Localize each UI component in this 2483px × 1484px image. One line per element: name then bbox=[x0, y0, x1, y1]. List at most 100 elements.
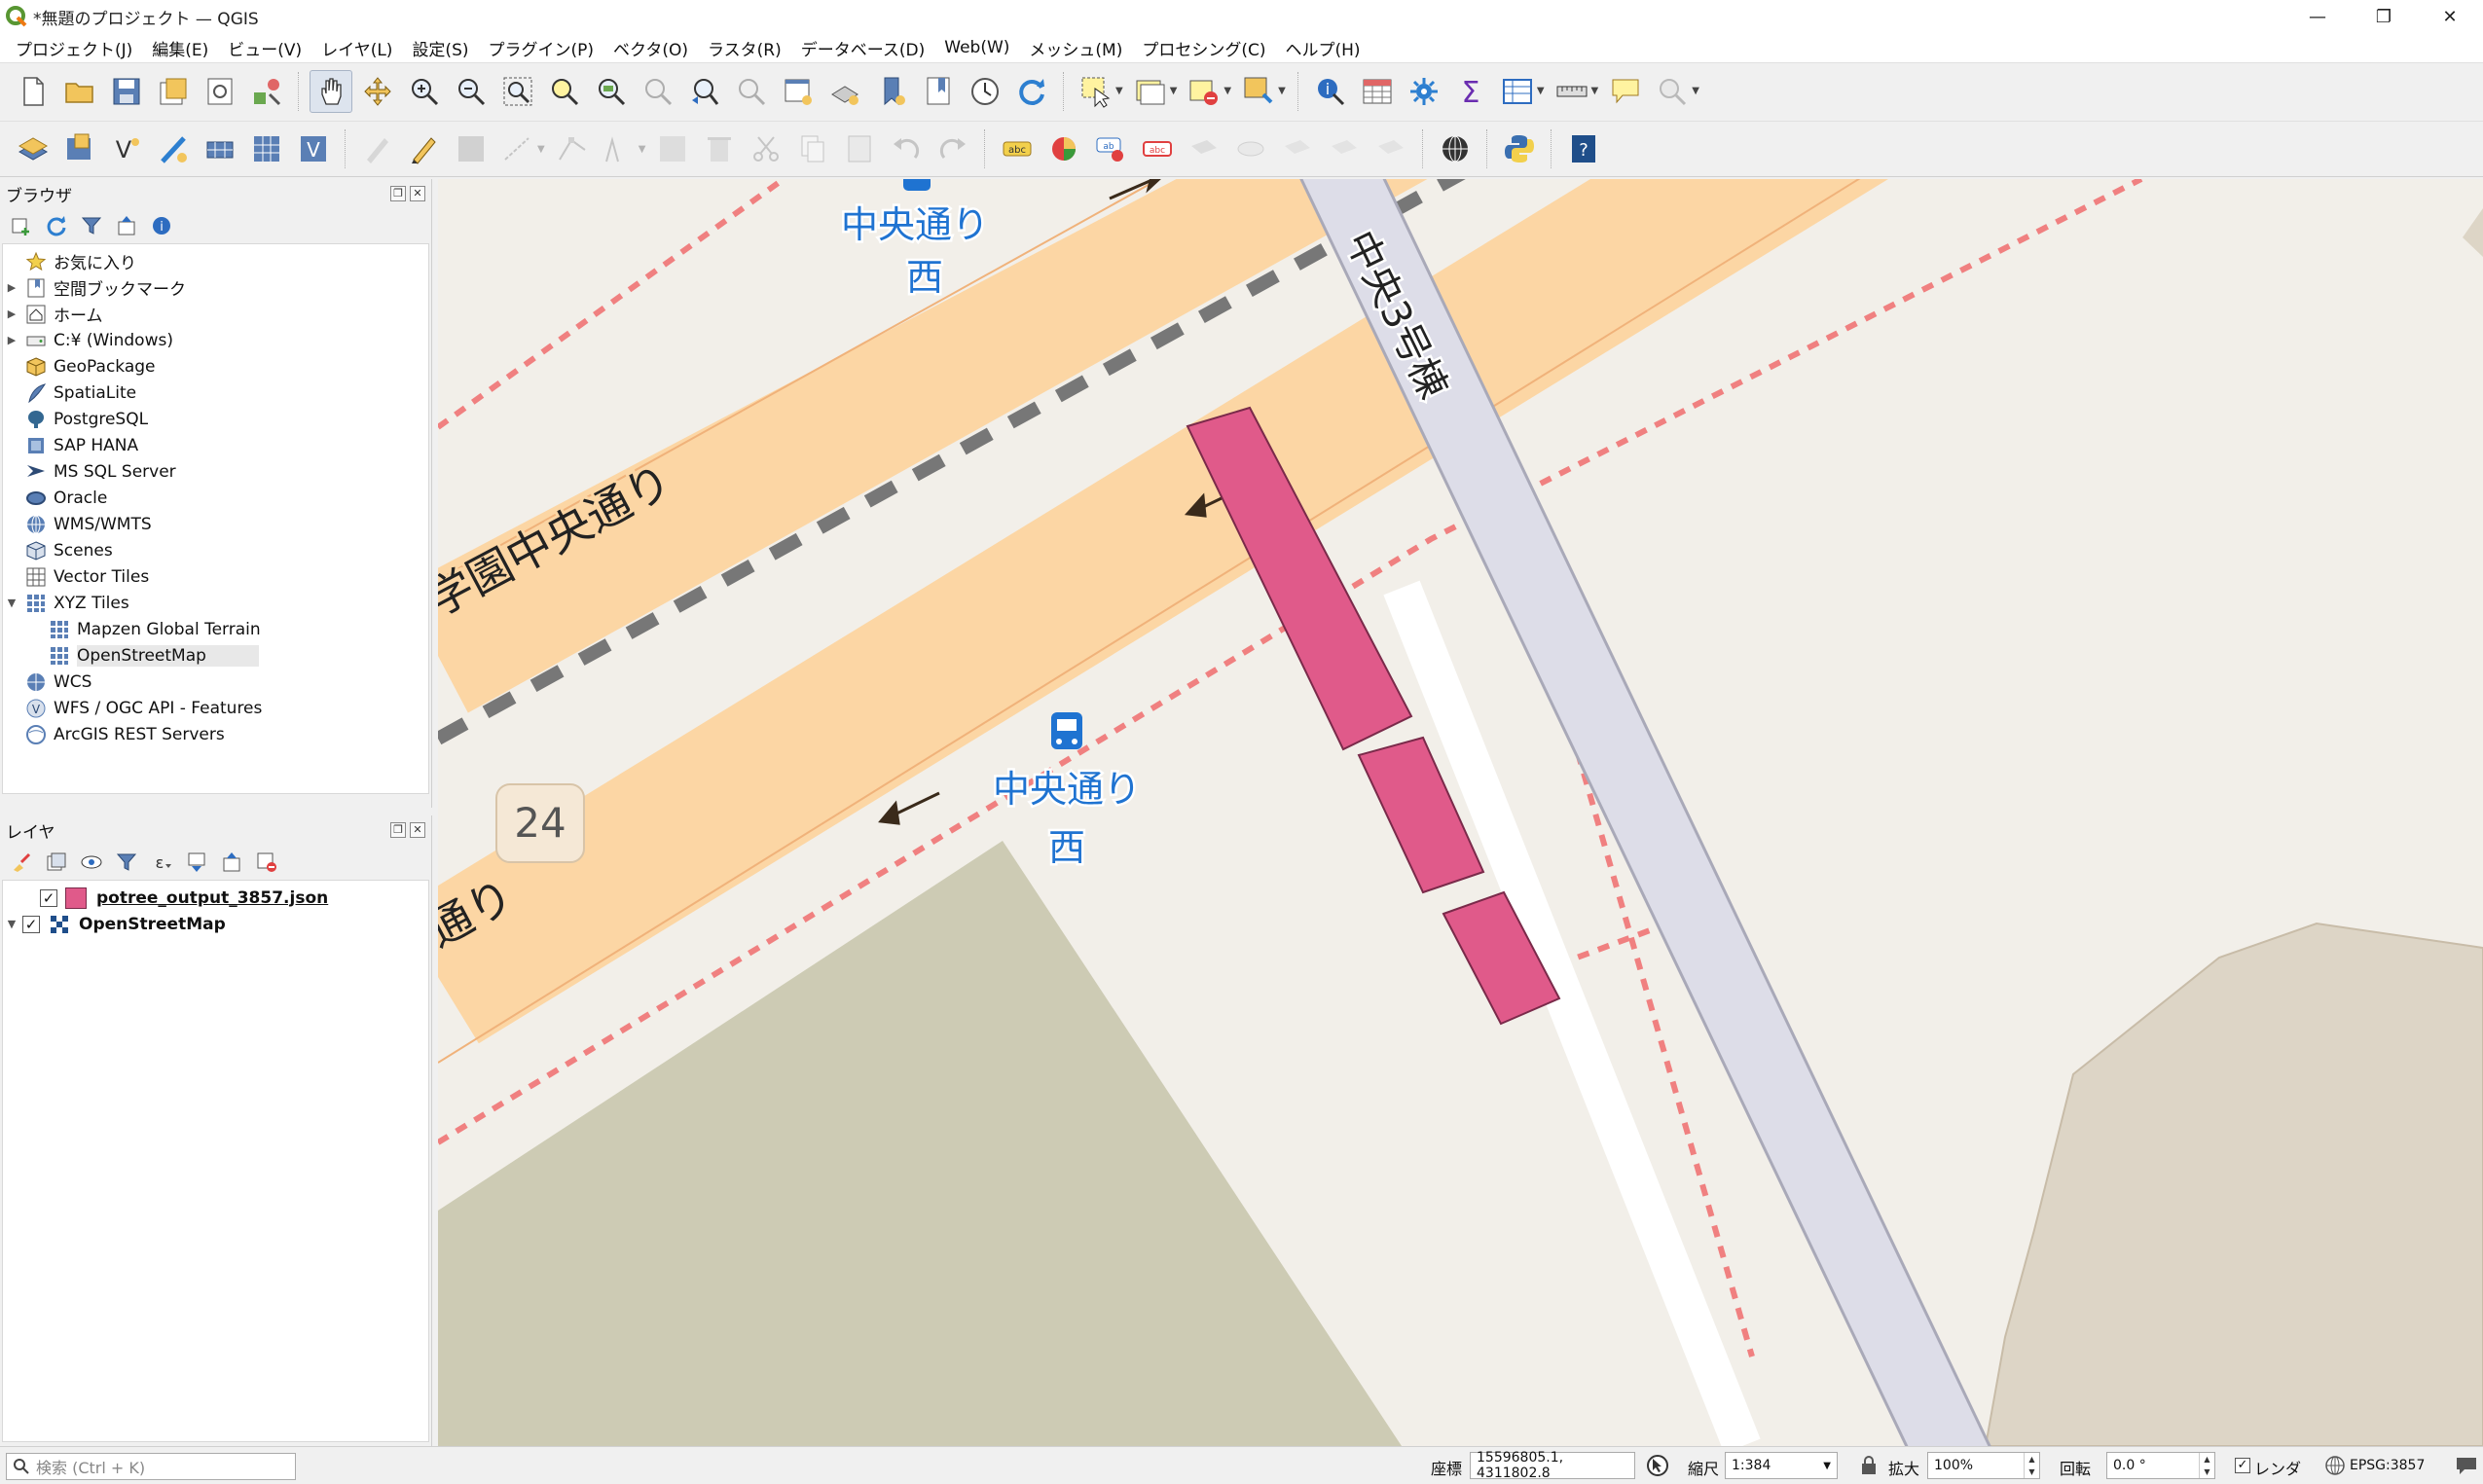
menu-view[interactable]: ビュー(V) bbox=[218, 36, 311, 60]
map-rendering[interactable]: 中央通り 西 中央通り 西 学園中央通り 通り 中央3号棟 24 bbox=[438, 179, 2483, 1446]
restore-button[interactable]: ❐ bbox=[2351, 0, 2417, 33]
add-raster-button[interactable] bbox=[152, 127, 195, 170]
undock-button[interactable]: ❐ bbox=[390, 186, 406, 201]
new-bookmark-button[interactable] bbox=[870, 70, 913, 113]
chevron-down-icon[interactable]: ▼ bbox=[3, 918, 20, 930]
menu-database[interactable]: データベース(D) bbox=[791, 36, 935, 60]
menu-vector[interactable]: ベクタ(O) bbox=[603, 36, 698, 60]
highlight-pinned-labels-button[interactable]: ab bbox=[1089, 127, 1132, 170]
refresh-button[interactable] bbox=[1010, 70, 1053, 113]
add-vector-button[interactable]: V bbox=[105, 127, 148, 170]
digitize-button[interactable] bbox=[496, 127, 539, 170]
browser-item-spatial-bookmarks[interactable]: ▶ 空間ブックマーク bbox=[3, 274, 428, 301]
menu-help[interactable]: ヘルプ(H) bbox=[1275, 36, 1369, 60]
menu-web[interactable]: Web(W) bbox=[934, 38, 1019, 57]
browser-item-vector-tiles[interactable]: Vector Tiles bbox=[3, 563, 428, 590]
qgis-cloud-button[interactable] bbox=[1434, 127, 1477, 170]
select-by-value-button[interactable] bbox=[1129, 70, 1172, 113]
layer-row-openstreetmap[interactable]: ▼ ✓ OpenStreetMap bbox=[3, 911, 428, 937]
zoom-native-button[interactable] bbox=[637, 70, 679, 113]
zoom-selection-button[interactable] bbox=[543, 70, 586, 113]
browser-item-openstreetmap[interactable]: OpenStreetMap bbox=[3, 642, 428, 669]
info-icon[interactable]: i bbox=[148, 212, 175, 239]
close-panel-button[interactable]: ✕ bbox=[410, 822, 425, 838]
map-tips-button[interactable] bbox=[1604, 70, 1647, 113]
attribute-table-button[interactable] bbox=[1356, 70, 1399, 113]
browser-item-postgresql[interactable]: PostgreSQL bbox=[3, 406, 428, 432]
chevron-right-icon[interactable]: ▶ bbox=[3, 281, 20, 294]
render-checkbox[interactable]: ✓ bbox=[2235, 1458, 2250, 1473]
browser-item-mssql[interactable]: MS SQL Server bbox=[3, 458, 428, 485]
paste-features-button[interactable] bbox=[838, 127, 881, 170]
toggle-label-display-button[interactable]: abc bbox=[1136, 127, 1179, 170]
locator-search-input[interactable]: 検索 (Ctrl + K) bbox=[6, 1453, 296, 1480]
chevron-down-icon[interactable]: ▼ bbox=[1170, 86, 1178, 96]
attribute-edit-button[interactable] bbox=[651, 127, 694, 170]
browser-item-drive-c[interactable]: ▶ C:¥ (Windows) bbox=[3, 327, 428, 353]
menu-processing[interactable]: プロセシング(C) bbox=[1132, 36, 1275, 60]
expression-filter-icon[interactable]: ε bbox=[148, 849, 175, 876]
current-edits-button[interactable] bbox=[356, 127, 399, 170]
pan-map-button[interactable] bbox=[310, 69, 352, 113]
chevron-down-icon[interactable]: ▼ bbox=[1537, 86, 1545, 96]
close-panel-button[interactable]: ✕ bbox=[410, 186, 425, 201]
vertex-tool-button[interactable] bbox=[551, 127, 594, 170]
statistics-button[interactable]: Σ bbox=[1449, 70, 1492, 113]
show-hide-labels-button[interactable] bbox=[1229, 127, 1272, 170]
minimize-button[interactable]: — bbox=[2284, 0, 2351, 33]
select-location-button[interactable] bbox=[1237, 70, 1280, 113]
browser-item-geopackage[interactable]: GeoPackage bbox=[3, 353, 428, 380]
data-source-manager-button[interactable] bbox=[12, 127, 55, 170]
identify-features-button[interactable]: i bbox=[1309, 70, 1352, 113]
python-console-button[interactable] bbox=[1498, 127, 1541, 170]
browser-item-mapzen-terrain[interactable]: Mapzen Global Terrain bbox=[3, 616, 428, 642]
filter-icon[interactable] bbox=[113, 849, 140, 876]
add-group-icon[interactable] bbox=[43, 849, 70, 876]
browser-item-oracle[interactable]: Oracle bbox=[3, 485, 428, 511]
new-map-view-button[interactable] bbox=[777, 70, 820, 113]
help-contents-button[interactable]: ? bbox=[1562, 127, 1605, 170]
style-manager-button[interactable] bbox=[245, 70, 288, 113]
browser-item-sap-hana[interactable]: SAP HANA bbox=[3, 432, 428, 458]
pan-to-selection-button[interactable] bbox=[356, 70, 399, 113]
undo-button[interactable] bbox=[885, 127, 928, 170]
temporal-controller-button[interactable] bbox=[964, 70, 1006, 113]
rotation-spinbox[interactable]: 0.0 ° ▲ ▼ bbox=[2106, 1452, 2215, 1479]
scale-combobox[interactable]: 1:384 ▼ bbox=[1725, 1452, 1838, 1479]
save-project-button[interactable] bbox=[105, 70, 148, 113]
browser-item-favourites[interactable]: お気に入り bbox=[3, 248, 428, 274]
print-layout-button[interactable] bbox=[199, 70, 241, 113]
pin-labels-button[interactable] bbox=[1183, 127, 1225, 170]
browser-item-home[interactable]: ▶ ホーム bbox=[3, 301, 428, 327]
menu-plugins[interactable]: プラグイン(P) bbox=[479, 36, 604, 60]
new-layer-button[interactable] bbox=[58, 127, 101, 170]
map-canvas[interactable]: 中央通り 西 中央通り 西 学園中央通り 通り 中央3号棟 24 bbox=[438, 179, 2483, 1446]
zoom-last-button[interactable] bbox=[683, 70, 726, 113]
delete-selected-button[interactable] bbox=[698, 127, 741, 170]
collapse-all-icon[interactable] bbox=[113, 212, 140, 239]
browser-item-wcs[interactable]: WCS bbox=[3, 669, 428, 695]
zoom-layer-button[interactable] bbox=[590, 70, 633, 113]
magnifier-spinbox[interactable]: 100% ▲ ▼ bbox=[1927, 1452, 2040, 1479]
add-wms-button[interactable] bbox=[245, 127, 288, 170]
layer-visibility-checkbox[interactable]: ✓ bbox=[22, 915, 40, 933]
open-project-button[interactable] bbox=[58, 70, 101, 113]
messages-icon[interactable] bbox=[2455, 1455, 2478, 1476]
chevron-down-icon[interactable]: ▼ bbox=[1591, 86, 1599, 96]
spin-arrows-icon[interactable]: ▲ ▼ bbox=[2024, 1453, 2039, 1478]
zoom-full-button[interactable] bbox=[496, 70, 539, 113]
measure-button[interactable] bbox=[1551, 70, 1593, 113]
chevron-down-icon[interactable]: ▼ bbox=[1223, 86, 1231, 96]
zoom-in-button[interactable] bbox=[403, 70, 446, 113]
open-table-button[interactable] bbox=[1496, 70, 1539, 113]
show-bookmarks-button[interactable] bbox=[917, 70, 960, 113]
chevron-down-icon[interactable]: ▼ bbox=[3, 597, 20, 609]
crs-label[interactable]: EPSG:3857 bbox=[2350, 1458, 2425, 1473]
chevron-right-icon[interactable]: ▶ bbox=[3, 334, 20, 346]
change-label-button[interactable] bbox=[1369, 127, 1412, 170]
menu-raster[interactable]: ラスタ(R) bbox=[698, 36, 791, 60]
menu-project[interactable]: プロジェクト(J) bbox=[6, 36, 142, 60]
filter-icon[interactable] bbox=[78, 212, 105, 239]
cut-features-button[interactable] bbox=[745, 127, 787, 170]
copy-features-button[interactable] bbox=[791, 127, 834, 170]
